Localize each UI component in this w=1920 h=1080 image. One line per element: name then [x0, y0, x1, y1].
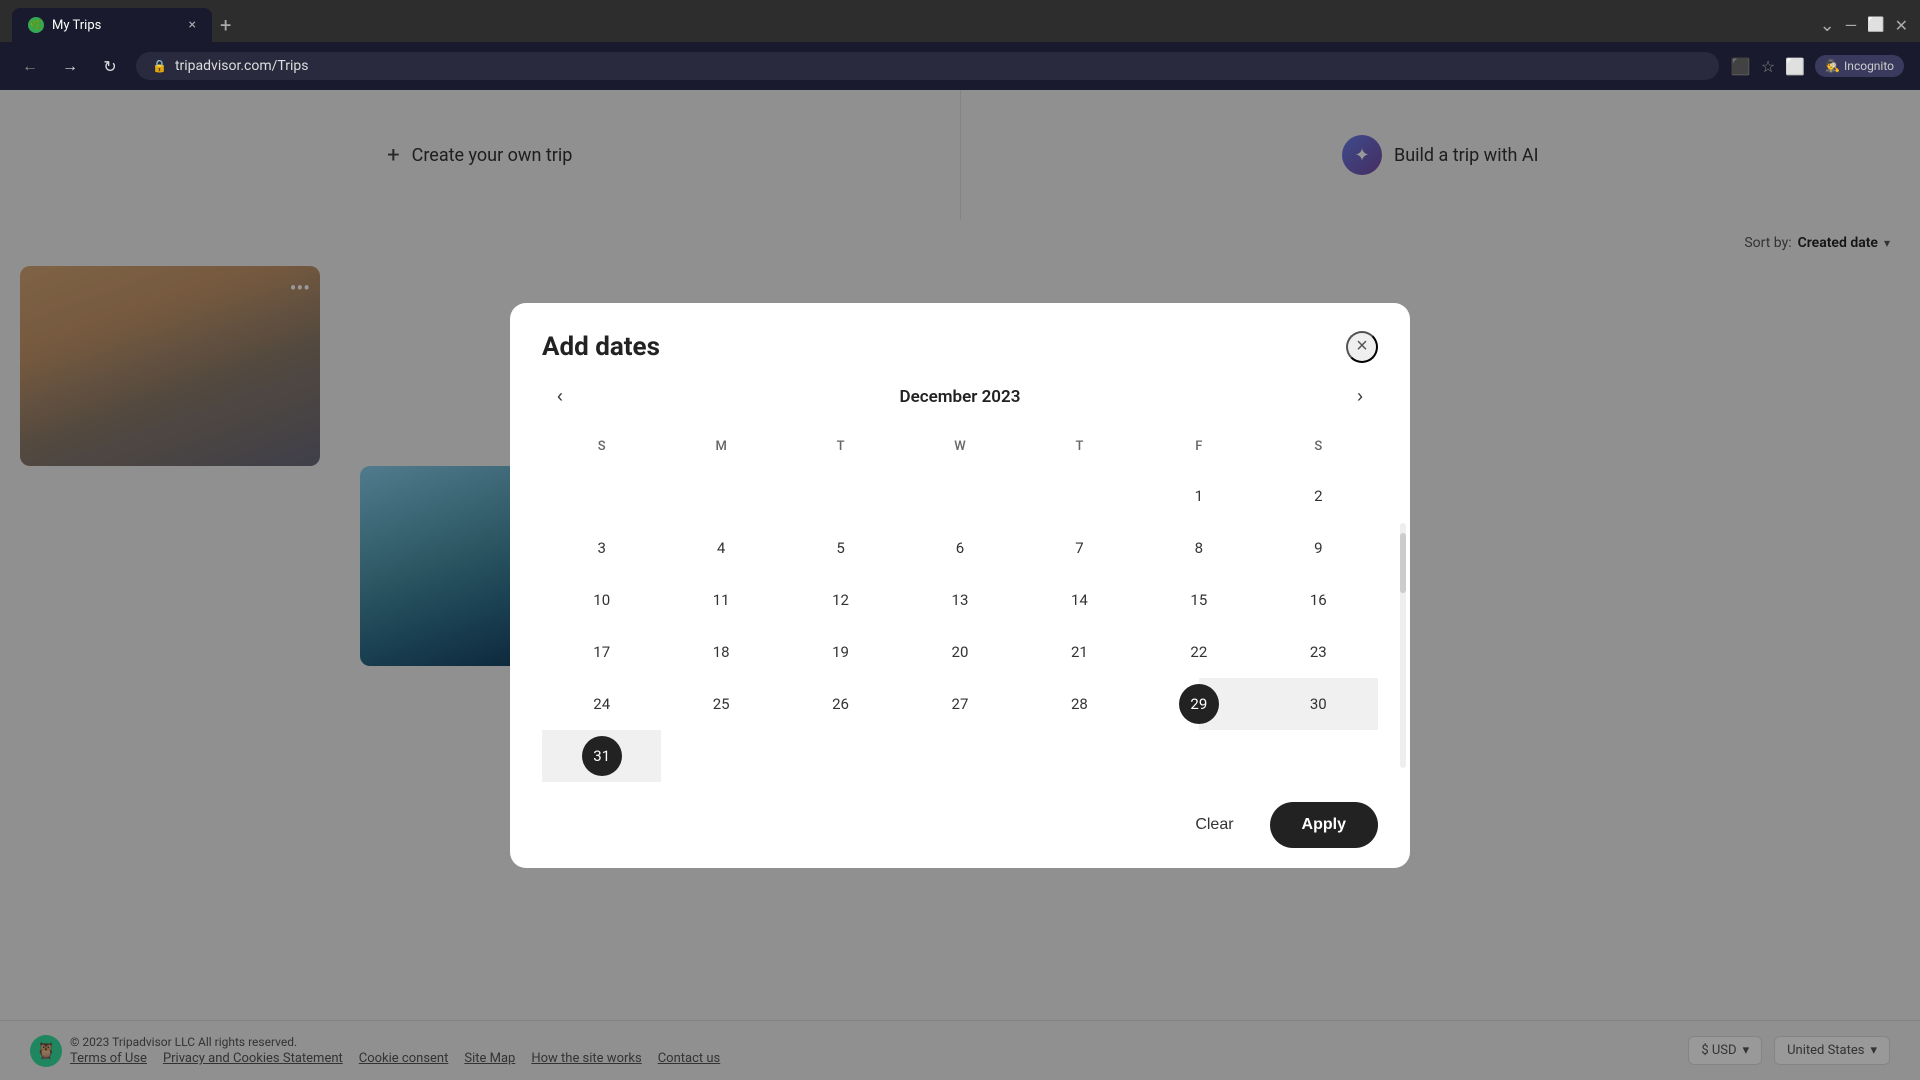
sidebar-icon[interactable]: ⬜	[1785, 57, 1805, 76]
cal-day	[781, 470, 900, 522]
apply-button[interactable]: Apply	[1270, 802, 1378, 848]
cal-day[interactable]: 31	[542, 730, 661, 782]
cal-day[interactable]: 7	[1020, 522, 1139, 574]
cal-day[interactable]: 13	[900, 574, 1019, 626]
cal-day	[542, 470, 661, 522]
modal-scrollbar-thumb	[1400, 533, 1406, 593]
close-window-button[interactable]: ✕	[1895, 16, 1908, 35]
clear-button[interactable]: Clear	[1175, 804, 1253, 846]
cal-day[interactable]: 21	[1020, 626, 1139, 678]
cal-day	[1020, 730, 1139, 782]
cal-day[interactable]: 2	[1259, 470, 1378, 522]
modal-title: Add dates	[542, 332, 660, 362]
calendar-header: S M T W T F S	[542, 431, 1378, 462]
nav-bar: ← → ↻ 🔒 tripadvisor.com/Trips ⬛ ☆ ⬜ 🕵 In…	[0, 42, 1920, 90]
cal-day[interactable]: 9	[1259, 522, 1378, 574]
back-button[interactable]: ←	[16, 52, 44, 80]
prev-month-button[interactable]: ‹	[542, 379, 578, 415]
cal-day[interactable]: 6	[900, 522, 1019, 574]
cal-day[interactable]: 28	[1020, 678, 1139, 730]
address-text: tripadvisor.com/Trips	[175, 58, 309, 74]
cal-day[interactable]: 30	[1259, 678, 1378, 730]
day-label-m: M	[661, 431, 780, 462]
cal-day[interactable]: 10	[542, 574, 661, 626]
cal-day[interactable]: 8	[1139, 522, 1258, 574]
nav-actions: ⬛ ☆ ⬜ 🕵 Incognito	[1731, 55, 1904, 77]
cal-day[interactable]: 16	[1259, 574, 1378, 626]
add-dates-modal: Add dates × ‹ December 2023 › S M T W T	[510, 303, 1410, 868]
cal-day	[900, 470, 1019, 522]
cal-day[interactable]: 24	[542, 678, 661, 730]
tab-list-button[interactable]: ⌄	[1820, 15, 1835, 36]
cal-day	[1259, 730, 1378, 782]
cal-day	[1139, 730, 1258, 782]
cal-day[interactable]: 18	[661, 626, 780, 678]
day-label-s1: S	[542, 431, 661, 462]
refresh-button[interactable]: ↻	[96, 52, 124, 80]
lock-icon: 🔒	[152, 59, 167, 73]
modal-scrollbar[interactable]	[1400, 523, 1406, 768]
day-label-t2: T	[1020, 431, 1139, 462]
cal-day	[1020, 470, 1139, 522]
cal-day[interactable]: 12	[781, 574, 900, 626]
cal-day[interactable]: 4	[661, 522, 780, 574]
cal-day[interactable]: 25	[661, 678, 780, 730]
incognito-label: Incognito	[1844, 59, 1894, 73]
new-tab-button[interactable]: +	[220, 13, 231, 37]
cal-day[interactable]: 23	[1259, 626, 1378, 678]
active-tab[interactable]: 🌿 My Trips ×	[12, 8, 212, 42]
cast-icon[interactable]: ⬛	[1731, 57, 1751, 76]
cal-day	[900, 730, 1019, 782]
forward-button[interactable]: →	[56, 52, 84, 80]
incognito-icon: 🕵	[1825, 59, 1840, 73]
page-content: + Create your own trip ✦ Build a trip wi…	[0, 90, 1920, 1080]
cal-day[interactable]: 17	[542, 626, 661, 678]
next-month-button[interactable]: ›	[1342, 379, 1378, 415]
modal-overlay[interactable]: Add dates × ‹ December 2023 › S M T W T	[0, 90, 1920, 1080]
day-label-w: W	[900, 431, 1019, 462]
cal-day[interactable]: 14	[1020, 574, 1139, 626]
cal-day[interactable]: 1	[1139, 470, 1258, 522]
cal-day[interactable]: 5	[781, 522, 900, 574]
maximize-button[interactable]: ⬜	[1867, 17, 1884, 33]
calendar-nav: ‹ December 2023 ›	[542, 379, 1378, 415]
bookmark-icon[interactable]: ☆	[1761, 57, 1775, 76]
cal-day	[661, 470, 780, 522]
calendar-body: 1234567891011121314151617181920212223242…	[542, 470, 1378, 782]
calendar-month-title: December 2023	[900, 387, 1021, 407]
browser-chrome: 🌿 My Trips × + ⌄ — ⬜ ✕ ← → ↻ 🔒 tripadvis…	[0, 0, 1920, 90]
cal-day	[781, 730, 900, 782]
cal-day[interactable]: 29	[1139, 678, 1258, 730]
calendar-grid: S M T W T F S 12345678910111213141516171…	[542, 431, 1378, 782]
modal-footer: Clear Apply	[510, 782, 1410, 868]
address-bar[interactable]: 🔒 tripadvisor.com/Trips	[136, 52, 1719, 80]
tab-bar: 🌿 My Trips × + ⌄ — ⬜ ✕	[0, 0, 1920, 42]
cal-day[interactable]: 3	[542, 522, 661, 574]
calendar-container: ‹ December 2023 › S M T W T F S 12	[510, 379, 1410, 782]
modal-header: Add dates ×	[510, 303, 1410, 379]
day-label-s2: S	[1259, 431, 1378, 462]
day-label-t1: T	[781, 431, 900, 462]
cal-day	[661, 730, 780, 782]
cal-day[interactable]: 22	[1139, 626, 1258, 678]
cal-day[interactable]: 20	[900, 626, 1019, 678]
modal-close-button[interactable]: ×	[1346, 331, 1378, 363]
day-label-f: F	[1139, 431, 1258, 462]
cal-day[interactable]: 19	[781, 626, 900, 678]
cal-day[interactable]: 11	[661, 574, 780, 626]
tab-close-button[interactable]: ×	[189, 17, 196, 33]
tab-title: My Trips	[52, 18, 101, 33]
minimize-button[interactable]: —	[1845, 16, 1858, 35]
tab-favicon: 🌿	[28, 17, 44, 33]
cal-day[interactable]: 27	[900, 678, 1019, 730]
cal-day[interactable]: 15	[1139, 574, 1258, 626]
cal-day[interactable]: 26	[781, 678, 900, 730]
incognito-badge: 🕵 Incognito	[1815, 55, 1904, 77]
